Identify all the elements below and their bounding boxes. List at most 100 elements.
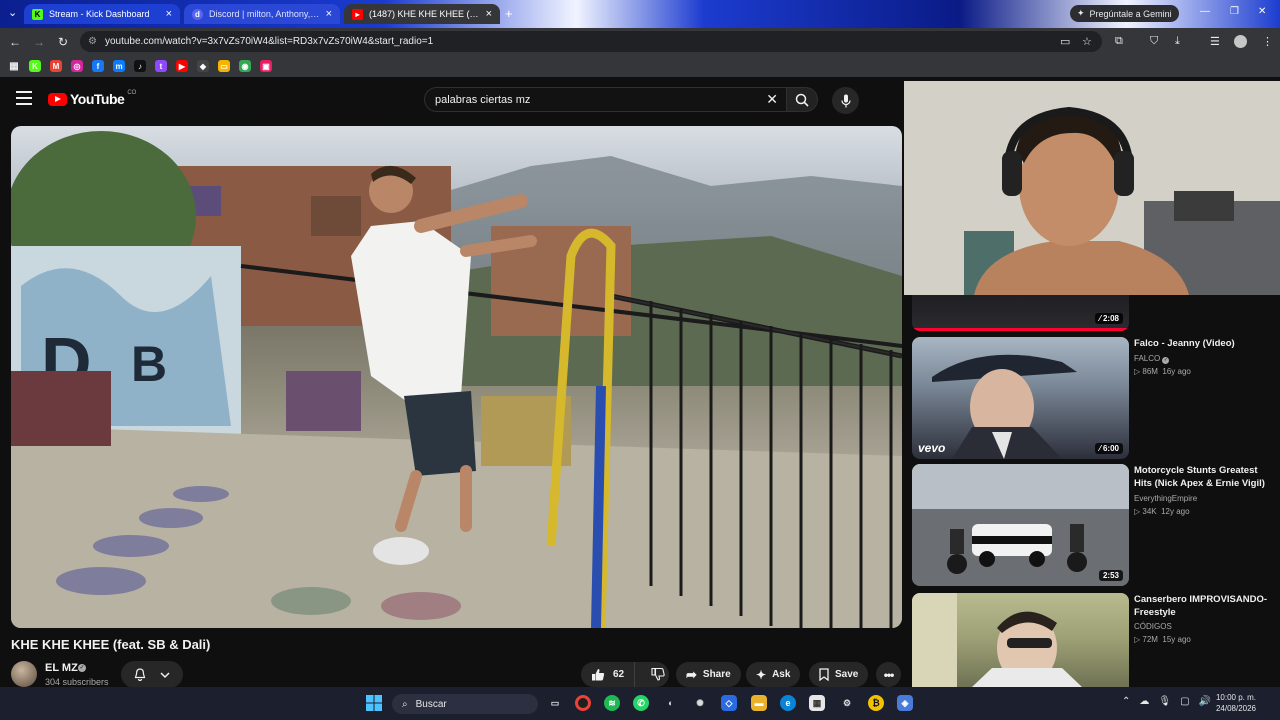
download-icon[interactable]: ⤓ xyxy=(1175,35,1180,48)
duration-badge: 2:53 xyxy=(1098,570,1123,581)
bookmark-tiktok-icon[interactable]: ♪ xyxy=(134,60,146,72)
bookmark-instagram-icon[interactable]: ◎ xyxy=(71,60,83,72)
recommendation-channel[interactable]: FALCO ✓ xyxy=(1134,354,1170,364)
tab-search-icon[interactable]: ⌄ xyxy=(8,6,17,19)
subscriber-count: 304 subscribers xyxy=(45,677,109,687)
search-button[interactable] xyxy=(786,87,818,112)
tab-title: Discord | milton, Anthony, … fe xyxy=(209,9,320,19)
microphone-icon[interactable]: 🎙 xyxy=(1158,696,1171,707)
bookmark-slides-icon[interactable]: ▭ xyxy=(218,60,230,72)
voice-search-button[interactable] xyxy=(832,87,859,114)
minimize-icon[interactable]: — xyxy=(1200,6,1210,17)
recommendation-title[interactable]: Canserbero IMPROVISANDO- Freestyle xyxy=(1134,593,1274,619)
recommendation-thumbnail[interactable]: ⁄ 2:08 xyxy=(912,291,1129,331)
apps-grid-icon[interactable]: ▦ xyxy=(8,60,20,72)
new-tab-button[interactable]: + xyxy=(505,6,513,21)
hamburger-menu-icon[interactable] xyxy=(16,91,32,105)
recommendation-item[interactable]: vevo ⁄ 6:00 Falco - Jeanny (Video) FALCO… xyxy=(912,337,1280,459)
file-explorer-icon[interactable]: ▬ xyxy=(751,695,767,711)
duration-text: 6:00 xyxy=(1102,444,1119,453)
bookmark-facebook-icon[interactable]: f xyxy=(92,60,104,72)
ask-gemini-button[interactable]: ✦ Pregúntale a Gemini xyxy=(1070,5,1179,22)
recommendation-item[interactable]: 2:53 Motorcycle Stunts Greatest Hits (Ni… xyxy=(912,464,1280,586)
like-button[interactable]: 62 xyxy=(581,662,636,687)
chrome-taskbar-icon[interactable] xyxy=(575,695,591,711)
tab-discord[interactable]: d Discord | milton, Anthony, … fe × xyxy=(184,4,340,24)
save-button[interactable]: Save xyxy=(809,662,869,687)
recommendation-item[interactable]: Canserbero IMPROVISANDO- Freestyle CÓDIG… xyxy=(912,593,1280,687)
clock[interactable]: 10:00 p. m. 24/08/2026 xyxy=(1216,692,1256,714)
tab-kick-dashboard[interactable]: K Stream - Kick Dashboard × xyxy=(24,4,180,24)
bookmark-kick-icon[interactable]: K xyxy=(29,60,41,72)
share-icon: ➦ xyxy=(686,666,697,682)
app-icon[interactable]: ₿ xyxy=(868,695,884,711)
whatsapp-icon[interactable]: ✆ xyxy=(633,695,649,711)
channel-avatar[interactable] xyxy=(11,661,37,687)
notifications-button[interactable] xyxy=(121,661,183,687)
kebab-menu-icon[interactable]: ⋮ xyxy=(1262,35,1273,48)
close-window-icon[interactable]: ✕ xyxy=(1258,6,1266,17)
youtube-logo[interactable]: YouTube CO xyxy=(48,90,136,107)
windows-start-icon[interactable] xyxy=(366,695,382,711)
video-player[interactable]: D B xyxy=(11,126,902,628)
spotify-icon[interactable]: ≋ xyxy=(604,695,620,711)
url-text: youtube.com/watch?v=3x7vZs70iW4&list=RD3… xyxy=(104,36,434,47)
taskbar-search-label: Buscar xyxy=(415,698,447,710)
search-input[interactable]: palabras ciertas mz ✕ xyxy=(424,87,786,112)
store-icon[interactable]: ▦ xyxy=(809,695,825,711)
ask-button[interactable]: ✦ Ask xyxy=(746,662,801,687)
webcam-feed xyxy=(904,81,1280,295)
recommendation-title[interactable]: Motorcycle Stunts Greatest Hits (Nick Ap… xyxy=(1134,464,1274,490)
bookmark-chrome-icon[interactable]: ◉ xyxy=(239,60,251,72)
restore-icon[interactable]: ❐ xyxy=(1230,6,1239,17)
bookmark-youtube-icon[interactable]: ▶ xyxy=(176,60,188,72)
app-icon[interactable]: ◈ xyxy=(897,695,913,711)
tab-title: (1487) KHE KHE KHEE (feat. SB … xyxy=(369,9,480,19)
settings-gear-icon[interactable]: ⚙ xyxy=(839,695,855,711)
back-icon[interactable]: ← xyxy=(3,35,27,49)
microphone-icon xyxy=(840,94,851,107)
bookmark-picture-icon[interactable]: ▣ xyxy=(260,60,272,72)
tab-youtube[interactable]: ▸ (1487) KHE KHE KHEE (feat. SB … × xyxy=(344,4,500,24)
windows-taskbar: ⌕ Buscar ▭ ≋ ✆ ◐ ✺ ◇ ▬ e ▦ ⚙ ₿ ◈ ⌃ ☁ 🎙 ▢… xyxy=(0,687,1280,720)
tab-title: Stream - Kick Dashboard xyxy=(49,9,150,19)
reading-list-icon[interactable]: ☰ xyxy=(1210,35,1220,48)
onedrive-icon[interactable]: ☁ xyxy=(1139,696,1149,707)
profile-avatar[interactable] xyxy=(1234,35,1247,48)
reload-icon[interactable]: ↻ xyxy=(51,35,75,49)
dislike-button[interactable] xyxy=(641,662,675,687)
more-actions-button[interactable]: ••• xyxy=(876,662,901,687)
bookmark-gmail-icon[interactable]: M xyxy=(50,60,62,72)
vscode-icon[interactable]: ◇ xyxy=(721,695,737,711)
obs-icon[interactable]: ◐ xyxy=(663,695,679,711)
volume-icon[interactable]: 🔊 xyxy=(1199,696,1211,707)
clear-search-icon[interactable]: ✕ xyxy=(766,91,778,108)
chatgpt-icon[interactable]: ✺ xyxy=(692,695,708,711)
bookmark-twitch-icon[interactable]: t xyxy=(155,60,167,72)
recommendation-thumbnail[interactable] xyxy=(912,593,1129,687)
bookmark-star-icon[interactable]: ☆ xyxy=(1082,35,1092,48)
url-input[interactable]: ⚙ youtube.com/watch?v=3x7vZs70iW4&list=R… xyxy=(80,31,1102,52)
recommendation-channel[interactable]: CÓDIGOS xyxy=(1134,622,1172,631)
share-button[interactable]: ➦ Share xyxy=(676,662,741,687)
bookmark-deezer-icon[interactable]: ◆ xyxy=(197,60,209,72)
taskbar-search-input[interactable]: ⌕ Buscar xyxy=(392,694,538,714)
bookmark-messenger-icon[interactable]: m xyxy=(113,60,125,72)
close-icon[interactable]: × xyxy=(486,8,492,20)
edge-icon[interactable]: e xyxy=(780,695,796,711)
close-icon[interactable]: × xyxy=(166,8,172,20)
chevron-up-icon[interactable]: ⌃ xyxy=(1122,696,1130,707)
vpn-icon[interactable]: ⛉ xyxy=(1150,35,1158,48)
recommendation-thumbnail[interactable]: 2:53 xyxy=(912,464,1129,586)
channel-name[interactable]: EL MZ xyxy=(45,662,78,674)
extensions-icon[interactable]: ⧉ xyxy=(1115,35,1123,48)
recommendation-thumbnail[interactable]: vevo ⁄ 6:00 xyxy=(912,337,1129,459)
recommendation-channel[interactable]: EverythingEmpire xyxy=(1134,494,1197,503)
task-view-icon[interactable]: ▭ xyxy=(547,695,563,711)
network-icon[interactable]: ▢ xyxy=(1180,696,1189,707)
site-info-icon[interactable]: ⚙ xyxy=(88,36,97,47)
forward-icon[interactable]: → xyxy=(27,35,51,49)
cast-icon[interactable]: ▭ xyxy=(1060,35,1070,48)
close-icon[interactable]: × xyxy=(326,8,332,20)
recommendation-title[interactable]: Falco - Jeanny (Video) xyxy=(1134,337,1274,350)
